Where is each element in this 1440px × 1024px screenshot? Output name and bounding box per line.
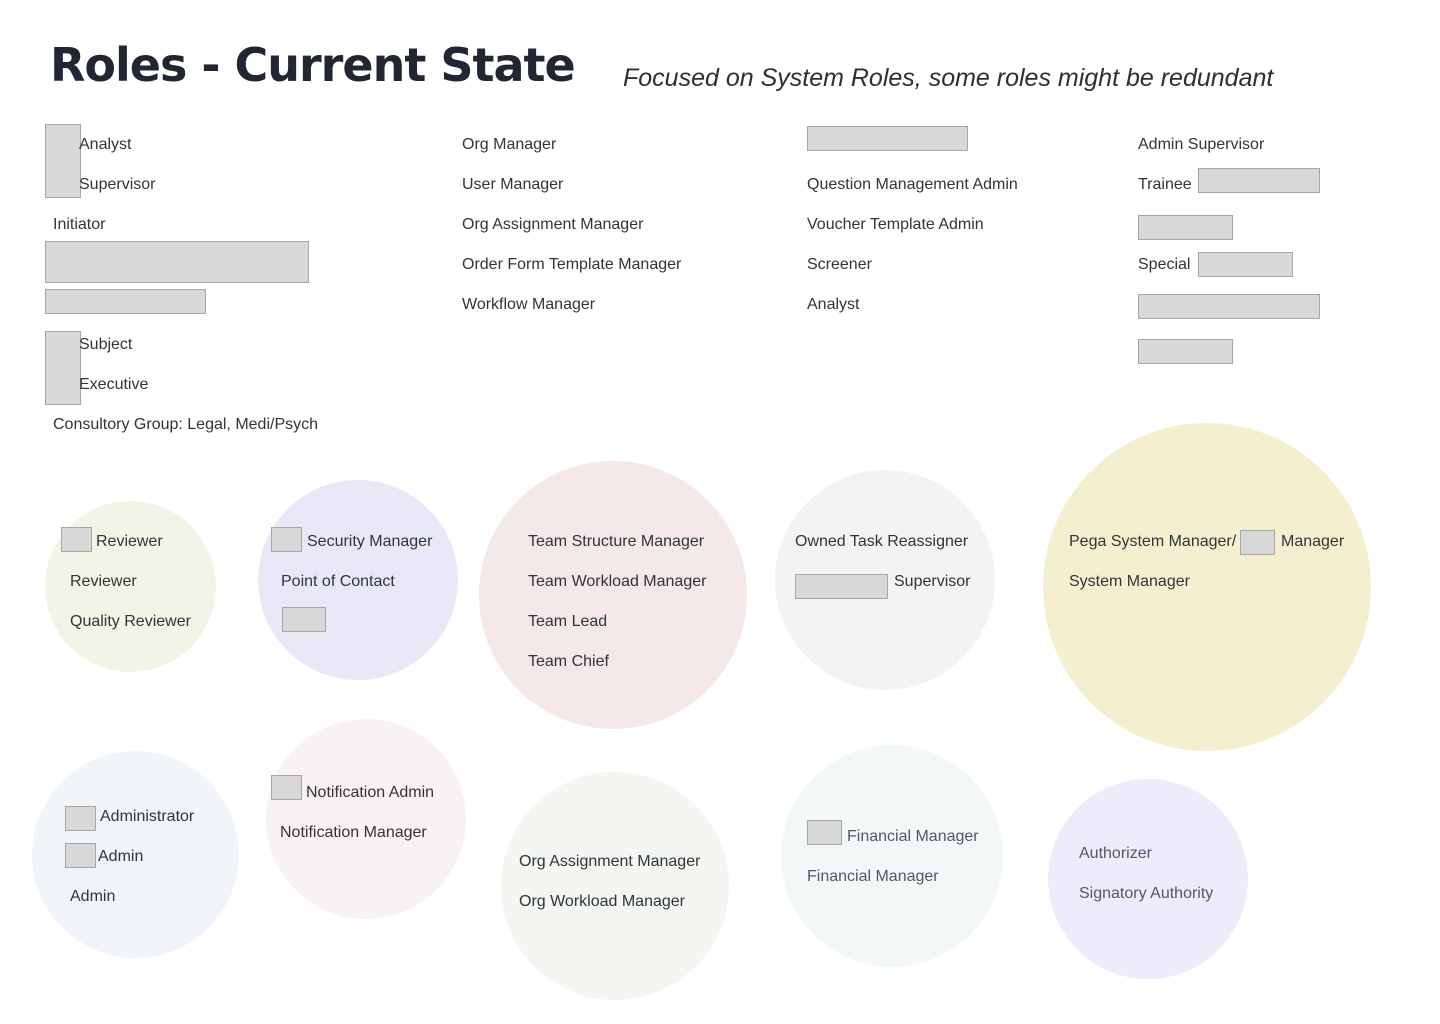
role-label: System Manager <box>1069 573 1190 590</box>
role-label: Subject <box>79 336 133 353</box>
redaction-box <box>1138 215 1233 240</box>
role-label: Analyst <box>807 296 860 313</box>
role-label: Admin <box>70 888 116 905</box>
role-label: Reviewer <box>70 573 137 590</box>
redaction-box <box>65 843 96 868</box>
role-label: Supervisor <box>79 176 156 193</box>
notification-group-circle <box>266 719 466 919</box>
role-label: Initiator <box>53 216 106 233</box>
role-label: Analyst <box>79 136 132 153</box>
role-label: Administrator <box>100 808 195 825</box>
redaction-box <box>795 574 888 599</box>
org-group-circle <box>501 772 729 1000</box>
redaction-box <box>61 527 92 552</box>
role-label: Trainee <box>1138 176 1192 193</box>
role-label: Team Structure Manager <box>528 533 705 550</box>
role-label: Manager <box>1281 533 1345 550</box>
redaction-box <box>45 241 309 283</box>
redaction-box <box>65 806 96 831</box>
role-label: Org Assignment Manager <box>519 853 701 870</box>
redaction-box <box>45 289 206 314</box>
role-label: Order Form Template Manager <box>462 256 682 273</box>
role-label: Signatory Authority <box>1079 885 1214 902</box>
redaction-box <box>1138 339 1233 364</box>
role-label: Notification Admin <box>306 784 435 801</box>
redaction-box <box>45 124 81 198</box>
role-label: Owned Task Reassigner <box>795 533 969 550</box>
role-label: Financial Manager <box>807 868 939 885</box>
role-label: Admin Supervisor <box>1138 136 1265 153</box>
redaction-box <box>45 331 81 405</box>
role-label: User Manager <box>462 176 564 193</box>
redaction-box <box>1198 168 1320 193</box>
role-label: Org Workload Manager <box>519 893 685 910</box>
role-label: Workflow Manager <box>462 296 596 313</box>
role-label: Org Assignment Manager <box>462 216 644 233</box>
role-label: Quality Reviewer <box>70 613 191 630</box>
role-label: Question Management Admin <box>807 176 1018 193</box>
redaction-box <box>1198 252 1293 277</box>
role-label: Point of Contact <box>281 573 395 590</box>
financial-group-circle <box>781 745 1003 967</box>
role-label: Executive <box>79 376 149 393</box>
authority-group-circle <box>1048 779 1248 979</box>
role-label: Screener <box>807 256 872 273</box>
page-subtitle: Focused on System Roles, some roles migh… <box>623 64 1274 92</box>
role-label: Reviewer <box>96 533 163 550</box>
redaction-box <box>807 126 968 151</box>
team-group-circle <box>479 461 747 729</box>
redaction-box <box>807 820 842 845</box>
redaction-box <box>1240 530 1275 555</box>
role-label: Voucher Template Admin <box>807 216 984 233</box>
redaction-box <box>271 775 302 800</box>
role-label: Team Lead <box>528 613 608 630</box>
role-label: Authorizer <box>1079 845 1152 862</box>
role-label: Team Chief <box>528 653 609 670</box>
role-label: Supervisor <box>894 573 971 590</box>
role-label: Team Workload Manager <box>528 573 707 590</box>
redaction-box <box>282 607 326 632</box>
role-label: Org Manager <box>462 136 557 153</box>
role-label: Security Manager <box>307 533 433 550</box>
role-label: Financial Manager <box>847 828 979 845</box>
role-label: Notification Manager <box>280 824 427 841</box>
page-title: Roles - Current State <box>50 38 576 92</box>
role-label: Special <box>1138 256 1191 273</box>
role-label: Consultory Group: Legal, Medi/Psych <box>53 416 319 433</box>
role-label: Pega System Manager/ <box>1069 533 1237 550</box>
role-label: Admin <box>98 848 144 865</box>
redaction-box <box>1138 294 1320 319</box>
redaction-box <box>271 527 302 552</box>
